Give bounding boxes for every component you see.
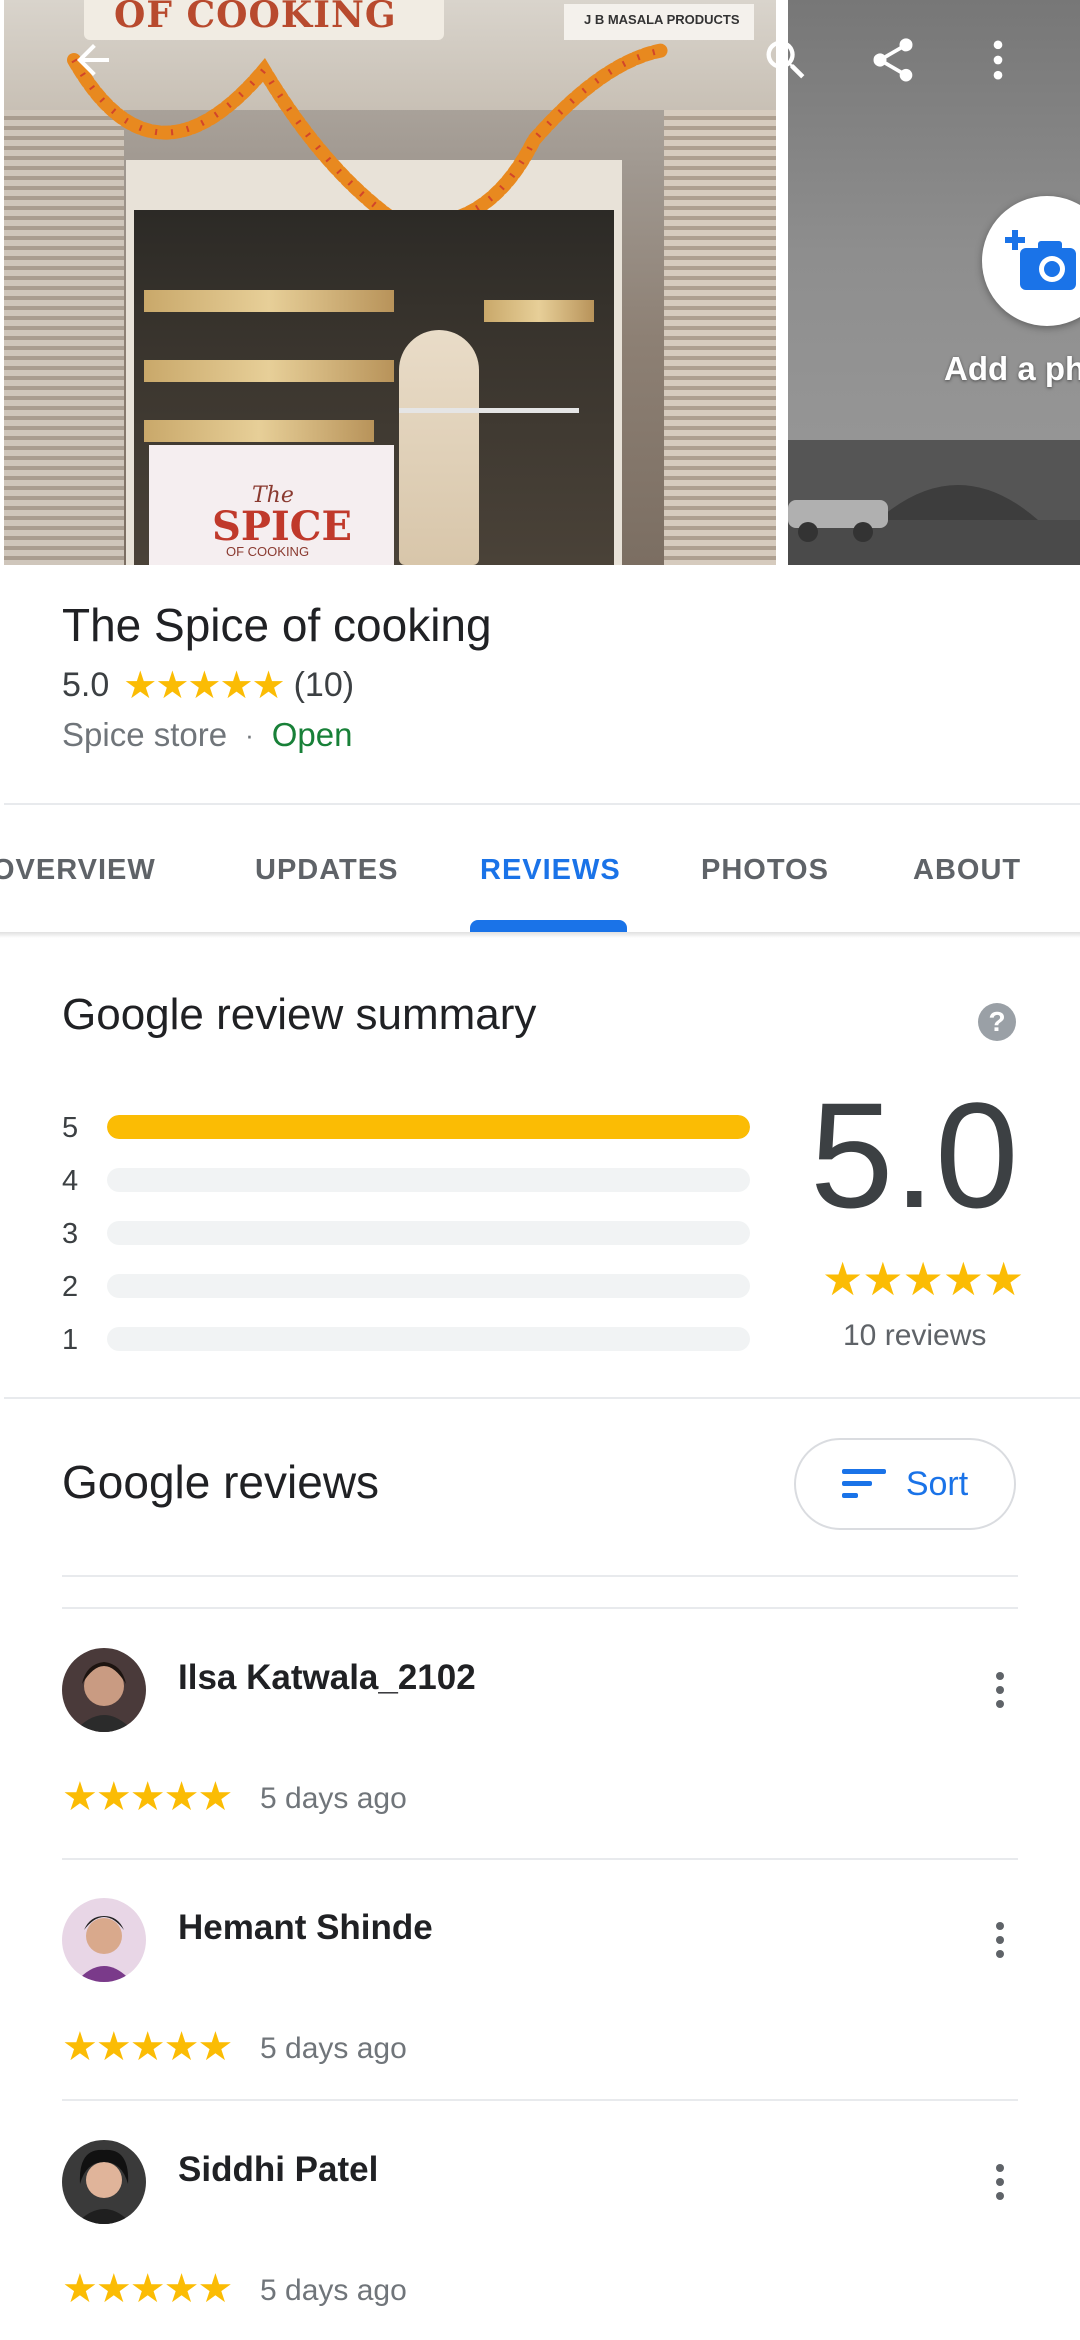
- more-vert-icon: [993, 40, 1003, 80]
- divider: [62, 1858, 1018, 1860]
- divider: [4, 1397, 1080, 1399]
- tab-reviews[interactable]: REVIEWS: [480, 854, 621, 887]
- photo-shelf: [144, 420, 374, 442]
- reviewer-name[interactable]: Siddhi Patel: [178, 2150, 378, 2190]
- place-tabs: OVERVIEW UPDATES REVIEWS PHOTOS ABOUT: [0, 806, 1080, 932]
- divider: [4, 803, 1080, 805]
- help-icon[interactable]: ?: [978, 1003, 1016, 1041]
- rating-bar-3: [107, 1221, 750, 1245]
- tab-about[interactable]: ABOUT: [913, 854, 1021, 887]
- review-stars: ★★★★★: [62, 2025, 233, 2069]
- rating-bar-label: 5: [62, 1112, 79, 1144]
- photo-garland: [67, 43, 671, 210]
- average-rating: 5.0: [810, 1071, 1019, 1239]
- separator-dot: ·: [245, 719, 254, 750]
- review-date: 5 days ago: [260, 2274, 407, 2307]
- review-more-button[interactable]: [980, 2152, 1020, 2212]
- review-more-button[interactable]: [980, 1660, 1020, 1720]
- photo-shelf: [484, 300, 594, 322]
- avatar[interactable]: [62, 2140, 146, 2224]
- total-review-count: 10 reviews: [843, 1319, 987, 1352]
- add-photo-camera-icon: [1005, 230, 1076, 290]
- rating-bar-fill: [107, 1115, 750, 1139]
- more-vert-icon: [996, 1672, 1004, 1708]
- review-stars: ★★★★★: [62, 1775, 233, 1819]
- back-button[interactable]: [57, 24, 129, 96]
- sort-button[interactable]: Sort: [794, 1438, 1016, 1530]
- rating-bar-label: 4: [62, 1165, 79, 1197]
- reviewer-name[interactable]: Hemant Shinde: [178, 1908, 433, 1948]
- add-photo-button[interactable]: [982, 196, 1080, 326]
- open-status: Open: [271, 716, 353, 753]
- place-rating-row[interactable]: 5.0 ★★★★★ (10): [62, 663, 354, 707]
- add-photo-label: Add a ph: [944, 350, 1080, 387]
- place-title: The Spice of cooking: [62, 599, 492, 651]
- divider: [62, 1607, 1018, 1609]
- place-rating-stars: ★★★★★: [123, 664, 285, 707]
- review-item[interactable]: Siddhi Patel ★★★★★ 5 days ago: [62, 2140, 1018, 2340]
- photo-door-handle: [399, 408, 579, 413]
- photo-shelf: [144, 290, 394, 312]
- rating-bar-label: 2: [62, 1271, 79, 1303]
- tab-updates[interactable]: UPDATES: [255, 854, 398, 887]
- rating-bar-4: [107, 1168, 750, 1192]
- photo-signboard-right-text: J B MASALA PRODUCTS: [584, 12, 740, 27]
- avatar[interactable]: [62, 1648, 146, 1732]
- share-icon: [873, 38, 913, 82]
- more-options-button[interactable]: [962, 24, 1034, 96]
- divider: [62, 2099, 1018, 2101]
- rating-bar-label: 3: [62, 1218, 79, 1250]
- sort-icon: [841, 1469, 886, 1498]
- avatar[interactable]: [62, 1898, 146, 1982]
- tab-overview[interactable]: OVERVIEW: [0, 854, 156, 887]
- review-date: 5 days ago: [260, 2032, 407, 2065]
- place-rating-value: 5.0: [62, 665, 110, 704]
- place-category: Spice store: [62, 716, 228, 753]
- search-button[interactable]: [750, 24, 822, 96]
- place-photos-carousel[interactable]: OF COOKING J B MASALA PRODUCTS The SPICE…: [0, 0, 1080, 565]
- tab-photos[interactable]: PHOTOS: [701, 854, 829, 887]
- rating-bar-5: [107, 1115, 750, 1139]
- photo-signboard-text: OF COOKING: [114, 0, 397, 36]
- add-photo-illustration: [788, 440, 1080, 565]
- rating-bar-2: [107, 1274, 750, 1298]
- google-reviews-title: Google reviews: [62, 1456, 380, 1508]
- active-tab-indicator: [470, 920, 627, 932]
- divider: [62, 1575, 1018, 1577]
- rating-bar-label: 1: [62, 1324, 79, 1356]
- place-category-row: Spice store · Open: [62, 716, 353, 754]
- reviewer-name[interactable]: Ilsa Katwala_2102: [178, 1658, 476, 1698]
- photo-store-sign-main: SPICE: [212, 503, 352, 550]
- more-vert-icon: [996, 2164, 1004, 2200]
- arrow-back-icon: [77, 44, 109, 76]
- review-date: 5 days ago: [260, 1782, 407, 1815]
- review-item[interactable]: Ilsa Katwala_2102 ★★★★★ 5 days ago: [62, 1648, 1018, 1858]
- review-more-button[interactable]: [980, 1910, 1020, 1970]
- search-icon: [766, 40, 805, 79]
- average-rating-stars: ★★★★★: [822, 1253, 1024, 1305]
- rating-bar-1: [107, 1327, 750, 1351]
- more-vert-icon: [996, 1922, 1004, 1958]
- sort-label: Sort: [905, 1464, 969, 1503]
- review-item[interactable]: Hemant Shinde ★★★★★ 5 days ago: [62, 1898, 1018, 2098]
- share-button[interactable]: [857, 24, 929, 96]
- tabs-shadow: [0, 932, 1080, 938]
- photo-person: [399, 330, 479, 565]
- place-review-count: (10): [293, 665, 355, 704]
- photo-shelf: [144, 360, 394, 382]
- photo-store-sign-sub: OF COOKING: [226, 544, 310, 559]
- review-summary-title: Google review summary: [62, 990, 537, 1039]
- review-stars: ★★★★★: [62, 2267, 233, 2311]
